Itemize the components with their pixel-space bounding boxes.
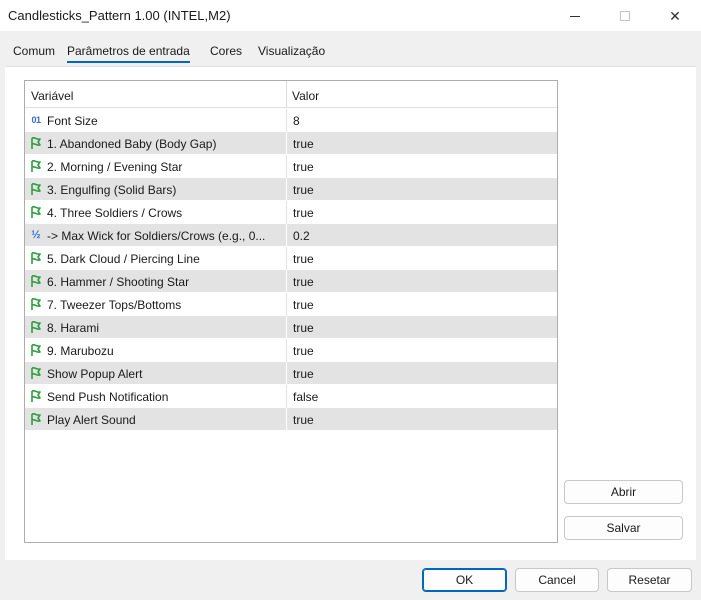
cell-divider — [286, 224, 287, 247]
parameter-value[interactable]: true — [293, 275, 314, 289]
parameter-name: 6. Hammer / Shooting Star — [47, 275, 190, 289]
cell-divider — [286, 109, 287, 132]
parameter-value[interactable]: 8 — [293, 114, 300, 128]
cell-divider — [286, 362, 287, 385]
parameter-name: Show Popup Alert — [47, 367, 143, 381]
save-button[interactable]: Salvar — [564, 516, 683, 540]
table-row[interactable]: 5. Dark Cloud / Piercing Line true — [25, 247, 557, 270]
parameter-value[interactable]: true — [293, 298, 314, 312]
parameter-name: 3. Engulfing (Solid Bars) — [47, 183, 177, 197]
cell-divider — [286, 270, 287, 293]
table-row[interactable]: 4. Three Soldiers / Crows true — [25, 201, 557, 224]
parameter-name: 7. Tweezer Tops/Bottoms — [47, 298, 182, 312]
maximize-button[interactable] — [602, 0, 648, 32]
parameter-value[interactable]: false — [293, 390, 318, 404]
bool-icon — [29, 389, 43, 403]
minimize-icon — [570, 15, 580, 17]
grid-header: Variável Valor — [25, 81, 557, 108]
parameter-name: Send Push Notification — [47, 390, 169, 404]
bool-icon — [29, 343, 43, 357]
parameter-value[interactable]: 0.2 — [293, 229, 310, 243]
bool-icon — [29, 366, 43, 380]
int-icon: 01 — [31, 115, 41, 125]
close-button[interactable]: ✕ — [652, 0, 698, 32]
maximize-icon — [620, 11, 630, 21]
title-bar: Candlesticks_Pattern 1.00 (INTEL,M2) ✕ — [0, 0, 701, 32]
table-row[interactable]: 9. Marubozu true — [25, 339, 557, 362]
table-row[interactable]: 01 Font Size 8 — [25, 109, 557, 132]
bool-icon — [29, 159, 43, 173]
table-row[interactable]: Play Alert Sound true — [25, 408, 557, 431]
parameter-value[interactable]: true — [293, 321, 314, 335]
parameter-value[interactable]: true — [293, 252, 314, 266]
window-title: Candlesticks_Pattern 1.00 (INTEL,M2) — [8, 8, 231, 23]
table-row[interactable]: 7. Tweezer Tops/Bottoms true — [25, 293, 557, 316]
parameter-name: Play Alert Sound — [47, 413, 136, 427]
parameter-name: 9. Marubozu — [47, 344, 114, 358]
cell-divider — [286, 201, 287, 224]
parameter-name: Font Size — [47, 114, 98, 128]
tab-comum[interactable]: Comum — [13, 44, 55, 58]
table-row[interactable]: 6. Hammer / Shooting Star true — [25, 270, 557, 293]
parameters-grid: Variável Valor 01 Font Size 8 1. Abandoned … — [24, 80, 558, 543]
tab-bar: Comum Parâmetros de entrada Cores Visual… — [0, 40, 701, 64]
cell-divider — [286, 316, 287, 339]
cancel-button[interactable]: Cancel — [515, 568, 599, 592]
column-header-variable[interactable]: Variável — [31, 89, 73, 103]
parameter-value[interactable]: true — [293, 367, 314, 381]
cell-divider — [286, 247, 287, 270]
cell-divider — [286, 339, 287, 362]
reset-button[interactable]: Resetar — [607, 568, 692, 592]
table-row[interactable]: Send Push Notification false — [25, 385, 557, 408]
column-header-value[interactable]: Valor — [292, 89, 319, 103]
bool-icon — [29, 320, 43, 334]
ok-button[interactable]: OK — [422, 568, 507, 592]
cell-divider — [286, 408, 287, 431]
bool-icon — [29, 274, 43, 288]
bool-icon — [29, 136, 43, 150]
double-icon: ½ — [31, 229, 41, 241]
parameter-value[interactable]: true — [293, 137, 314, 151]
tab-visualizacao[interactable]: Visualização — [258, 44, 325, 58]
parameter-name: -> Max Wick for Soldiers/Crows (e.g., 0.… — [47, 229, 266, 243]
parameter-value[interactable]: true — [293, 160, 314, 174]
grid-rows: 01 Font Size 8 1. Abandoned Baby (Body Gap)… — [25, 109, 557, 431]
open-button[interactable]: Abrir — [564, 480, 683, 504]
parameter-name: 1. Abandoned Baby (Body Gap) — [47, 137, 217, 151]
cell-divider — [286, 385, 287, 408]
cell-divider — [286, 132, 287, 155]
parameter-value[interactable]: true — [293, 183, 314, 197]
parameter-value[interactable]: true — [293, 206, 314, 220]
table-row[interactable]: 2. Morning / Evening Star true — [25, 155, 557, 178]
minimize-button[interactable] — [552, 0, 598, 32]
cell-divider — [286, 178, 287, 201]
bool-icon — [29, 205, 43, 219]
table-row[interactable]: 3. Engulfing (Solid Bars) true — [25, 178, 557, 201]
parameter-value[interactable]: true — [293, 344, 314, 358]
parameter-name: 4. Three Soldiers / Crows — [47, 206, 183, 220]
tab-cores[interactable]: Cores — [210, 44, 242, 58]
cell-divider — [286, 293, 287, 316]
bool-icon — [29, 297, 43, 311]
bool-icon — [29, 251, 43, 265]
tab-input-parameters[interactable]: Parâmetros de entrada — [67, 44, 190, 63]
parameter-name: 5. Dark Cloud / Piercing Line — [47, 252, 200, 266]
cell-divider — [286, 155, 287, 178]
bool-icon — [29, 412, 43, 426]
parameter-name: 8. Harami — [47, 321, 100, 335]
table-row[interactable]: 1. Abandoned Baby (Body Gap) true — [25, 132, 557, 155]
table-row[interactable]: Show Popup Alert true — [25, 362, 557, 385]
close-icon: ✕ — [669, 7, 681, 24]
table-row[interactable]: 8. Harami true — [25, 316, 557, 339]
bool-icon — [29, 182, 43, 196]
table-row[interactable]: ½ -> Max Wick for Soldiers/Crows (e.g., 0… — [25, 224, 557, 247]
column-divider[interactable] — [286, 81, 287, 108]
parameter-name: 2. Morning / Evening Star — [47, 160, 183, 174]
parameter-value[interactable]: true — [293, 413, 314, 427]
